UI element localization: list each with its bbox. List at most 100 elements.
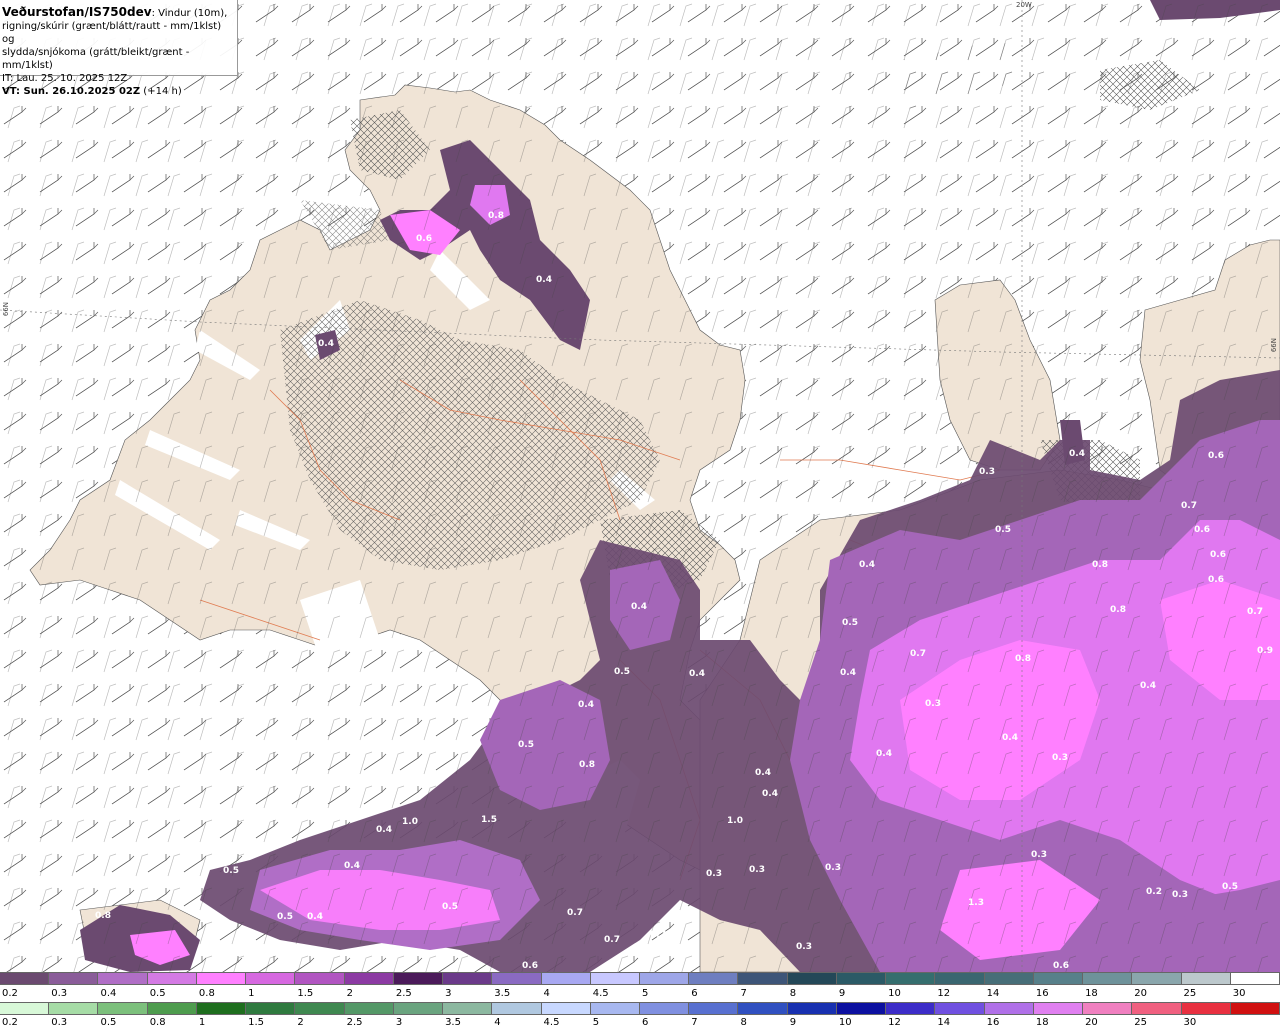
precip-value-label: 0.7 bbox=[567, 908, 583, 918]
legend-label: 0.5 bbox=[100, 1017, 117, 1028]
legend-label: 16 bbox=[986, 1017, 1000, 1028]
precip-value-label: 0.4 bbox=[1140, 681, 1156, 691]
legend-swatch bbox=[246, 972, 296, 985]
precip-value-label: 0.5 bbox=[277, 912, 293, 922]
legend-label: 12 bbox=[888, 1017, 901, 1028]
legend-label: 6 bbox=[642, 1017, 649, 1028]
legend-swatch bbox=[541, 1002, 591, 1015]
legend-swatch bbox=[1230, 972, 1280, 985]
legend-snow-labels: 0.2 0.3 0.4 0.5 0.8 1 1.5 2 2.5 3 3.5 4 4.5 5 6 7 8 9 10 12… bbox=[0, 988, 1280, 1000]
legend-swatch bbox=[836, 972, 887, 985]
precip-value-label: 0.4 bbox=[876, 749, 892, 759]
legend-swatch bbox=[886, 1002, 936, 1015]
map-info-box: Veðurstofan/IS750dev: Vindur (10m), rign… bbox=[0, 0, 238, 97]
forecast-offset: (+14 h) bbox=[140, 86, 182, 97]
legend-swatch bbox=[492, 972, 542, 985]
precip-value-label: 0.4 bbox=[762, 789, 778, 799]
legend-label: 2 bbox=[297, 1017, 304, 1028]
legend-label: 6 bbox=[691, 988, 698, 999]
legend-label: 0.3 bbox=[51, 1017, 68, 1028]
precip-value-label: 0.3 bbox=[925, 699, 941, 709]
precip-value-label: 0.4 bbox=[859, 560, 875, 570]
brand-title: Veðurstofan/IS750dev bbox=[2, 5, 152, 19]
legend-swatch bbox=[246, 1002, 296, 1015]
legend-swatch bbox=[49, 972, 99, 985]
legend-swatch bbox=[886, 972, 936, 985]
legend-swatch bbox=[590, 1002, 640, 1015]
map-canvas: 0.8 0.6 0.4 0.4 0.3 0.4 0.5 0.6 0.8 0.6 0.6 0.7 0.6 0… bbox=[0, 0, 1280, 972]
legend-label: 9 bbox=[789, 1017, 797, 1028]
legend-swatch bbox=[196, 1002, 247, 1015]
precip-value-label: 0.6 bbox=[416, 234, 432, 244]
legend-label: 25 bbox=[1183, 988, 1197, 999]
precip-value-label: 0.9 bbox=[1257, 646, 1273, 656]
legend-label: 0.8 bbox=[198, 988, 215, 999]
precip-value-label: 0.3 bbox=[979, 467, 995, 477]
legend-label: 10 bbox=[888, 988, 901, 999]
legend-label: 0.8 bbox=[149, 1017, 166, 1028]
precip-value-label: 0.7 bbox=[650, 930, 666, 940]
precip-value-label: 0.3 bbox=[1052, 753, 1068, 763]
precip-value-label: 0.7 bbox=[910, 649, 926, 659]
legend-label: 30 bbox=[1183, 1017, 1197, 1028]
precip-value-label: 0.4 bbox=[689, 669, 705, 679]
legend-swatch bbox=[640, 972, 690, 985]
legend-swatch bbox=[984, 972, 1034, 985]
legend-label: 20 bbox=[1085, 1017, 1098, 1028]
legend-swatch bbox=[1132, 1002, 1182, 1015]
precip-value-label: 0.6 bbox=[522, 961, 538, 971]
legend-label: 0.2 bbox=[2, 1017, 18, 1028]
precip-value-label: 0.8 bbox=[95, 911, 111, 921]
legend-swatch bbox=[49, 1002, 99, 1015]
precip-value-label: 0.6 bbox=[1210, 550, 1226, 560]
legend-label: 18 bbox=[1085, 988, 1098, 999]
legend-snow-colorbar bbox=[0, 972, 1280, 985]
precip-value-label: 0.4 bbox=[840, 668, 856, 678]
legend-swatch bbox=[1033, 972, 1084, 985]
precip-value-label: 0.6 bbox=[1208, 451, 1224, 461]
precip-value-label: 0.8 bbox=[1015, 654, 1031, 664]
legend-label: 0.5 bbox=[149, 988, 166, 999]
legend-swatch bbox=[1083, 972, 1133, 985]
legend-swatch bbox=[147, 972, 197, 985]
legend-label: 0.2 bbox=[2, 988, 18, 999]
precip-value-label: 0.8 bbox=[579, 760, 595, 770]
precip-value-label: 0.4 bbox=[344, 861, 360, 871]
legend-label: 3.5 bbox=[445, 1017, 461, 1028]
legend-swatch bbox=[1132, 972, 1182, 985]
precip-value-label: 0.5 bbox=[995, 525, 1011, 535]
valid-time: VT: Sun. 26.10.2025 02Z bbox=[2, 86, 141, 97]
legend-swatch bbox=[344, 1002, 394, 1015]
precip-value-label: 1.5 bbox=[481, 815, 497, 825]
precip-value-label: 0.5 bbox=[1222, 882, 1238, 892]
precip-value-label: 0.4 bbox=[1002, 733, 1018, 743]
precip-value-label: 0.4 bbox=[307, 912, 323, 922]
title-line2: rigning/skúrir (grænt/blátt/rautt - mm/1… bbox=[2, 21, 222, 45]
wind-barbs-land bbox=[0, 0, 1280, 972]
legend-label: 4.5 bbox=[543, 1017, 560, 1028]
precip-value-label: 0.3 bbox=[1172, 890, 1188, 900]
title-line3: slydda/snjókoma (grátt/bleikt/grænt - mm… bbox=[2, 47, 190, 71]
precip-value-label: 0.4 bbox=[536, 275, 552, 285]
legend-label: 2 bbox=[346, 988, 353, 999]
legend-label: 9 bbox=[838, 988, 846, 999]
precip-value-label: 0.3 bbox=[749, 865, 765, 875]
legend-swatch bbox=[984, 1002, 1034, 1015]
precip-value-label: 0.2 bbox=[1146, 887, 1162, 897]
precip-value-label: 0.4 bbox=[318, 339, 334, 349]
precip-value-label: 0.5 bbox=[518, 740, 534, 750]
legend-label: 4 bbox=[494, 1017, 501, 1028]
precip-value-label: 0.5 bbox=[614, 667, 630, 677]
precip-value-label: 0.4 bbox=[631, 602, 647, 612]
title-line1: : Vindur (10m), bbox=[151, 8, 228, 19]
legend-swatch bbox=[689, 1002, 739, 1015]
legend-swatch bbox=[393, 1002, 444, 1015]
legend-label: 2.5 bbox=[346, 1017, 363, 1028]
legend-label: 30 bbox=[1232, 988, 1246, 999]
legend-label: 2.5 bbox=[395, 988, 412, 999]
weather-map[interactable]: 0.8 0.6 0.4 0.4 0.3 0.4 0.5 0.6 0.8 0.6 0.6 0.7 0.6 0… bbox=[0, 0, 1280, 972]
precip-value-label: 0.7 bbox=[604, 935, 620, 945]
legend-swatch bbox=[393, 972, 444, 985]
legend-swatch bbox=[1181, 1002, 1231, 1015]
legend-label: 14 bbox=[937, 1017, 951, 1028]
